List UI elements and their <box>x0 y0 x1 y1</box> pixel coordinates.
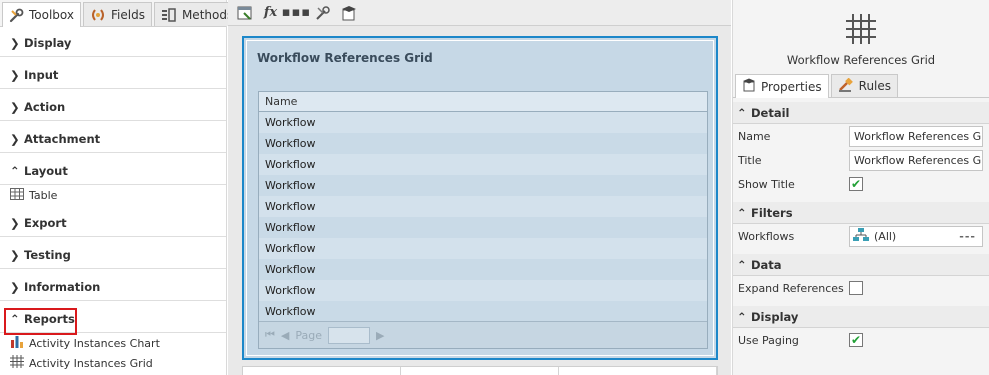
property-title: Title Workflow References Grid <box>733 148 989 172</box>
toolbox-item-activity-instances-chart[interactable]: Activity Instances Chart <box>0 333 226 353</box>
title-field[interactable]: Workflow References Grid <box>849 149 983 171</box>
category-information[interactable]: ❯ Information <box>0 269 226 301</box>
chevron-right-icon: ❯ <box>10 68 20 82</box>
grid-control-container[interactable]: Workflow References Grid Name Workflow W… <box>242 36 718 360</box>
toolbox-item-activity-instances-grid[interactable]: Activity Instances Grid <box>0 353 226 373</box>
show-title-checkbox[interactable]: ✔ <box>849 177 863 191</box>
cap-icon[interactable] <box>340 4 357 21</box>
chevron-right-icon: ❯ <box>10 216 20 230</box>
use-paging-checkbox[interactable]: ✔ <box>849 333 863 347</box>
properties-panel: Workflow References Grid Properties Rule… <box>732 0 989 375</box>
methods-icon <box>161 7 177 22</box>
first-page-icon[interactable]: ⏮ <box>265 328 275 342</box>
workflow-references-grid[interactable]: Name Workflow Workflow Workflow Workflow… <box>258 91 708 349</box>
table-row[interactable]: Workflow <box>259 175 707 196</box>
category-layout[interactable]: ⌃ Layout <box>0 153 226 185</box>
table-icon <box>10 187 24 203</box>
tab-fields-label: Fields <box>111 7 145 22</box>
chevron-right-icon: ❯ <box>10 248 20 262</box>
grid-pager: ⏮ ◀ Page ▶ <box>259 321 707 348</box>
fields-icon <box>90 8 106 21</box>
table-row[interactable]: Workflow <box>259 280 707 301</box>
expand-references-checkbox[interactable] <box>849 281 863 295</box>
add-view-icon[interactable] <box>236 4 253 21</box>
category-input[interactable]: ❯ Input <box>0 57 226 89</box>
section-detail[interactable]: ⌃ Detail <box>733 102 989 124</box>
column-header-name[interactable]: Name <box>259 92 707 112</box>
grid-icon <box>846 14 876 47</box>
bar-chart-icon <box>10 335 24 351</box>
selected-control-title: Workflow References Grid <box>786 53 936 67</box>
canvas-lower-layout <box>242 366 718 375</box>
property-name: Name Workflow References Grid <box>733 124 989 148</box>
category-export[interactable]: ❯ Export <box>0 205 226 237</box>
chevron-up-icon: ⌃ <box>737 309 747 324</box>
chevron-right-icon: ❯ <box>10 280 20 294</box>
property-expand-references: Expand References <box>733 276 989 300</box>
section-display[interactable]: ⌃ Display <box>733 306 989 328</box>
checkmark-icon: ✔ <box>850 333 862 347</box>
chevron-right-icon: ❯ <box>10 36 20 50</box>
tab-toolbox[interactable]: Toolbox <box>2 2 81 27</box>
chevron-up-icon: ⌃ <box>737 105 747 120</box>
rules-icon <box>838 77 854 95</box>
checkmark-icon: ✔ <box>850 177 862 191</box>
properties-icon <box>742 78 756 95</box>
chevron-right-icon: ❯ <box>10 100 20 114</box>
toolbox-item-table[interactable]: Table <box>0 185 226 205</box>
chevron-up-icon: ⌃ <box>10 164 20 178</box>
category-attachment[interactable]: ❯ Attachment <box>0 121 226 153</box>
chevron-up-icon: ⌃ <box>737 257 747 272</box>
page-label: Page <box>295 328 323 342</box>
wrench-icon <box>9 8 24 23</box>
properties-tabs: Properties Rules <box>733 74 989 98</box>
property-workflows: Workflows (All) --- <box>733 224 989 248</box>
ellipsis-button[interactable]: --- <box>959 230 976 243</box>
category-display[interactable]: ❯ Display <box>0 27 226 57</box>
workflows-field[interactable]: (All) --- <box>849 225 983 247</box>
table-row[interactable]: Workflow <box>259 112 707 133</box>
name-field[interactable]: Workflow References Grid <box>849 125 983 147</box>
tab-toolbox-label: Toolbox <box>29 8 74 22</box>
chevron-up-icon: ⌃ <box>10 312 20 326</box>
table-row[interactable]: Workflow <box>259 301 707 322</box>
tab-rules[interactable]: Rules <box>830 74 899 97</box>
tab-properties[interactable]: Properties <box>735 74 829 98</box>
chevron-right-icon: ❯ <box>10 132 20 146</box>
toolbox-panel: Toolbox Fields Methods ❯ Display ❯ Input ❯… <box>0 0 241 375</box>
category-testing[interactable]: ❯ Testing <box>0 237 226 269</box>
page-number-input[interactable] <box>328 326 371 344</box>
table-row[interactable]: Workflow <box>259 217 707 238</box>
hierarchy-icon <box>853 227 869 245</box>
canvas-toolbar: fx ▪▪▪ <box>228 0 731 26</box>
formula-icon[interactable]: fx <box>262 4 279 21</box>
previous-page-icon[interactable]: ◀ <box>281 329 289 342</box>
tools-icon[interactable] <box>314 4 331 21</box>
property-show-title: Show Title ✔ <box>738 177 863 191</box>
category-reports[interactable]: ⌃ Reports <box>0 301 226 333</box>
table-row[interactable]: Workflow <box>259 259 707 280</box>
tab-methods-label: Methods <box>181 7 234 22</box>
ellipsis-icon[interactable]: ▪▪▪ <box>282 4 310 21</box>
table-row[interactable]: Workflow <box>259 238 707 259</box>
category-action[interactable]: ❯ Action <box>0 89 226 121</box>
design-canvas: fx ▪▪▪ Workflow References Grid Name Wor… <box>228 0 731 375</box>
table-row[interactable]: Workflow <box>259 196 707 217</box>
grid-title: Workflow References Grid <box>257 51 433 65</box>
section-filters[interactable]: ⌃ Filters <box>733 202 989 224</box>
table-row[interactable]: Workflow <box>259 133 707 154</box>
section-data[interactable]: ⌃ Data <box>733 254 989 276</box>
chevron-up-icon: ⌃ <box>737 205 747 220</box>
grid-icon <box>10 355 24 371</box>
tab-fields[interactable]: Fields <box>83 2 152 26</box>
table-row[interactable]: Workflow <box>259 154 707 175</box>
toolbox-tabs: Toolbox Fields Methods <box>0 0 241 27</box>
next-page-icon[interactable]: ▶ <box>376 329 384 342</box>
property-use-paging: Use Paging ✔ <box>738 333 863 347</box>
selected-control-header: Workflow References Grid <box>733 0 989 74</box>
